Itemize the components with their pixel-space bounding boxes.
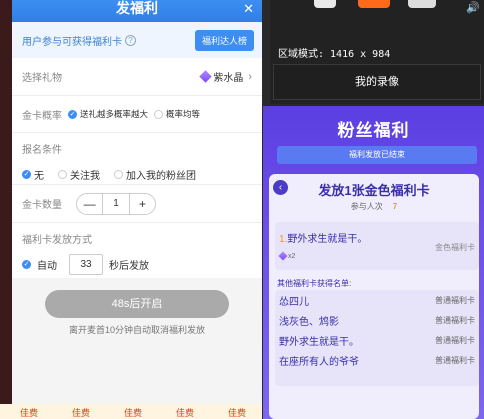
checkbox-checked-icon[interactable]: ✓ (22, 260, 31, 269)
background-left-strip (0, 0, 12, 419)
welfare-modal: 发福利 ✕ 用户参与可获得福利卡 ? 福利达人榜 选择礼物 紫水晶 › 金卡概率… (12, 0, 262, 404)
list-item-tier: 普通福利卡 (435, 355, 475, 365)
welfare-card: ‹ 发放1张金色福利卡 参与人次 7 1.野外求生就是干。 金色福利卡 x2 其他… (269, 174, 479, 419)
amethyst-icon (199, 70, 213, 83)
others-title: 其他福利卡获得名单: (277, 279, 352, 288)
list-item-name: 野外求生就是干。 (279, 336, 359, 348)
plus-button[interactable]: + (130, 197, 155, 211)
list-item-tier: 普通福利卡 (435, 315, 475, 325)
modal-title: 发福利 (116, 0, 158, 16)
join-count: 参与人次 7 (269, 201, 479, 212)
prob-option-weighted[interactable]: ✓ 送礼越多概率越大 (68, 108, 148, 120)
radio-checked-icon: ✓ (68, 109, 77, 119)
gift-value-text: 紫水晶 (213, 73, 244, 84)
strip-label: 佳费 (228, 408, 247, 418)
hint-text: 离开麦首10分钟自动取消福利发放 (68, 325, 205, 335)
winner-multiplier: x2 (278, 251, 296, 261)
area-mode-text: 区域模式: 1416 x 984 (278, 49, 391, 60)
volume-icon[interactable]: 🔊 (466, 1, 480, 14)
auto-label: 自动 (37, 261, 57, 272)
modal-footer: 48s后开启 离开麦首10分钟自动取消福利发放 (12, 278, 262, 404)
chevron-right-icon: › (248, 70, 252, 83)
info-row: 用户参与可获得福利卡 ? 福利达人榜 (12, 22, 262, 58)
cond-label: 报名条件 (22, 145, 62, 156)
record-control[interactable] (358, 0, 390, 8)
cond-option-fanclub[interactable]: 加入我的粉丝团 (114, 167, 196, 182)
gift-selector[interactable]: 选择礼物 紫水晶 › (12, 58, 262, 96)
radio-checked-icon: ✓ (22, 170, 31, 179)
radio-unchecked-icon (58, 170, 67, 179)
welfare-status: 福利发放已结束 (277, 146, 477, 164)
fan-welfare-panel: 粉丝福利 福利发放已结束 ‹ 发放1张金色福利卡 参与人次 7 1.野外求生就是干… (263, 106, 484, 419)
join-number: 7 (392, 202, 398, 211)
seconds-input[interactable]: 33 (69, 254, 103, 275)
winner-tier: 金色福利卡 (435, 243, 475, 252)
cond-option-label: 无 (34, 171, 44, 182)
cond-option-label: 关注我 (70, 171, 100, 182)
recorder-control[interactable] (314, 0, 336, 8)
info-text: 用户参与可获得福利卡 (22, 36, 122, 48)
list-item-name: 浅灰色、鸩影 (279, 316, 339, 328)
cond-option-follow[interactable]: 关注我 (58, 167, 100, 182)
question-icon[interactable]: ? (125, 34, 136, 46)
list-item: 野外求生就是干。 普通福利卡 (275, 330, 479, 350)
strip-label: 佳费 (124, 408, 143, 418)
modal-header: 发福利 ✕ (12, 0, 262, 22)
condition-section: 报名条件 ✓ 无 关注我 加入我的粉丝团 (12, 133, 262, 185)
list-item-name: 怂四儿 (279, 296, 309, 308)
radio-unchecked-icon (114, 170, 123, 179)
start-button[interactable]: 48s后开启 (45, 290, 229, 318)
qty-label: 金卡数量 (22, 200, 62, 211)
distribution-section: 福利卡发放方式 ✓ 自动 33 秒后发放 (12, 223, 262, 283)
quantity-stepper[interactable]: — 1 + (76, 192, 156, 215)
prob-option-label: 概率均等 (166, 109, 201, 119)
close-icon[interactable]: ✕ (243, 1, 254, 17)
radio-unchecked-icon (154, 109, 164, 119)
way-label: 福利卡发放方式 (22, 235, 92, 246)
gift-label: 选择礼物 (22, 73, 62, 84)
probability-row: 金卡概率 ✓ 送礼越多概率越大 概率均等 (12, 96, 262, 133)
winner-name: 1.野外求生就是干。 (279, 230, 367, 245)
card-title: 发放1张金色福利卡 (318, 183, 430, 198)
my-recordings-button[interactable]: 我的录像 (273, 64, 481, 100)
quantity-value[interactable]: 1 (102, 193, 130, 214)
quantity-row: 金卡数量 — 1 + (12, 185, 262, 223)
list-item-tier: 普通福利卡 (435, 295, 475, 305)
prob-option-label: 送礼越多概率越大 (80, 109, 149, 119)
strip-label: 佳费 (72, 408, 91, 418)
winner-multiplier-text: x2 (288, 252, 296, 260)
prob-label: 金卡概率 (22, 110, 62, 122)
strip-label: 佳费 (176, 408, 195, 418)
winner-name-text: 野外求生就是干。 (287, 234, 368, 245)
list-item-tier: 普通福利卡 (435, 335, 475, 345)
seconds-suffix: 秒后发放 (109, 261, 149, 272)
winner-row: 1.野外求生就是干。 金色福利卡 x2 (275, 222, 479, 270)
others-list: 怂四儿 普通福利卡 浅灰色、鸩影 普通福利卡 野外求生就是干。 普通福利卡 在座… (275, 290, 479, 386)
strip-label: 佳费 (20, 408, 39, 418)
join-label: 参与人次 (350, 202, 383, 211)
cond-option-label: 加入我的粉丝团 (126, 171, 196, 182)
list-item: 怂四儿 普通福利卡 (275, 290, 479, 310)
fan-welfare-banner: 粉丝福利 (337, 121, 410, 140)
list-item: 浅灰色、鸩影 普通福利卡 (275, 310, 479, 330)
gift-value[interactable]: 紫水晶 › (199, 69, 252, 84)
prob-option-equal[interactable]: 概率均等 (154, 108, 200, 120)
cond-option-none[interactable]: ✓ 无 (22, 167, 44, 182)
recorder-panel: 🔊 区域模式: 1416 x 984 我的录像 (270, 0, 484, 104)
background-bottom-strip: 佳费 佳费 佳费 佳费 佳费 (0, 404, 262, 419)
list-item: 在座所有人的爷爷 普通福利卡 (275, 350, 479, 370)
recorder-control[interactable] (408, 0, 436, 8)
minus-button[interactable]: — (77, 197, 102, 211)
amethyst-icon (278, 251, 288, 261)
expert-list-button[interactable]: 福利达人榜 (194, 29, 254, 51)
list-item-name: 在座所有人的爷爷 (279, 356, 359, 368)
